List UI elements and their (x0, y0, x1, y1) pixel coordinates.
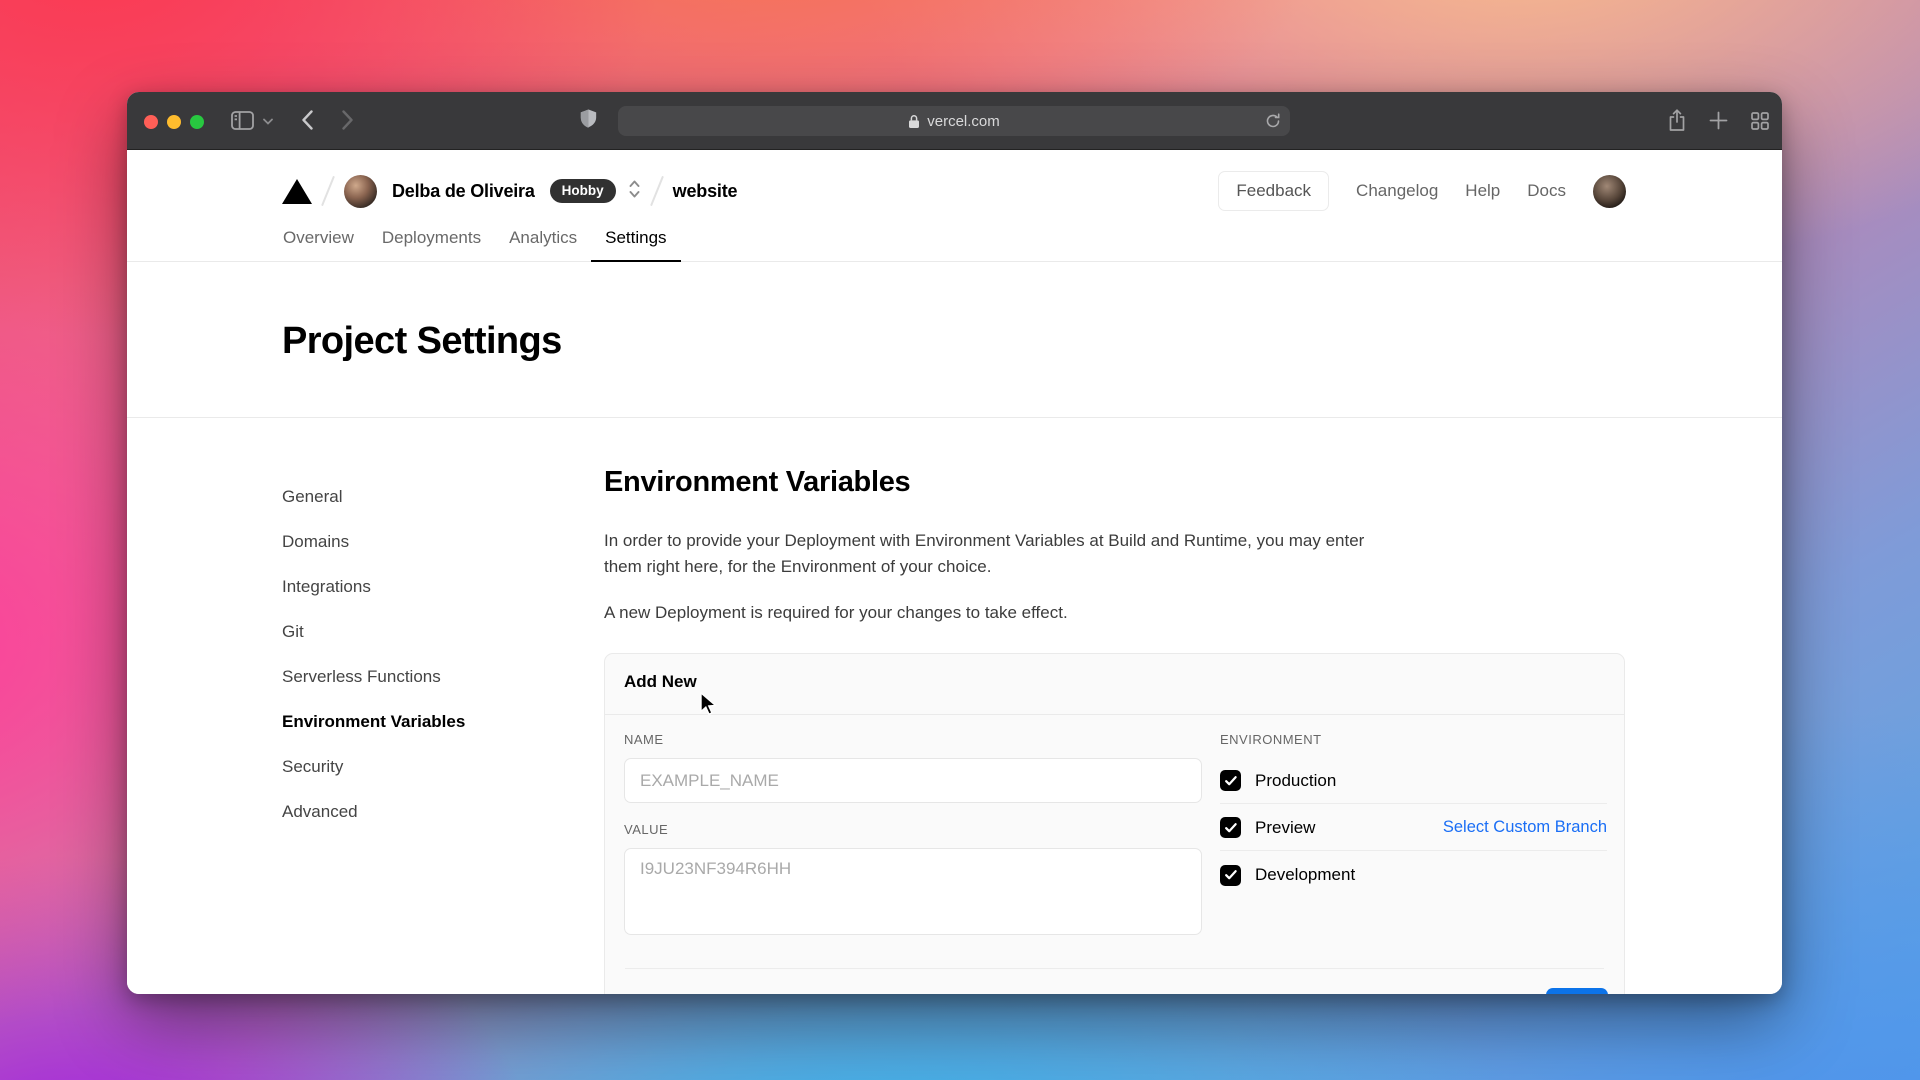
environment-name: Preview (1255, 818, 1315, 838)
breadcrumb-slash (650, 176, 664, 206)
preview-checkbox[interactable] (1220, 817, 1241, 838)
browser-toolbar: vercel.com (127, 92, 1782, 150)
select-custom-branch-link[interactable]: Select Custom Branch (1443, 818, 1607, 837)
vercel-dashboard-page: Delba de Oliveira Hobby website Feedback… (127, 150, 1782, 994)
browser-window: vercel.com (127, 92, 1782, 994)
tab-analytics[interactable]: Analytics (495, 228, 591, 262)
development-checkbox[interactable] (1220, 865, 1241, 886)
environment-row-preview: Preview Select Custom Branch (1220, 805, 1607, 851)
sidebar-item-environment-variables[interactable]: Environment Variables (282, 699, 542, 744)
save-button[interactable] (1546, 988, 1608, 994)
reload-icon[interactable] (1265, 113, 1281, 133)
address-bar[interactable]: vercel.com (618, 106, 1290, 136)
section-note: A new Deployment is required for your ch… (604, 603, 1068, 623)
sidebar-item-integrations[interactable]: Integrations (282, 564, 542, 609)
card-title: Add New (624, 672, 697, 692)
docs-link[interactable]: Docs (1527, 181, 1566, 201)
team-name[interactable]: Delba de Oliveira (392, 181, 535, 202)
traffic-lights (144, 115, 204, 129)
plan-badge: Hobby (550, 179, 616, 203)
project-tabs: Overview Deployments Analytics Settings (269, 228, 681, 261)
environment-row-production: Production (1220, 758, 1607, 804)
team-avatar[interactable] (344, 175, 377, 208)
sidebar-item-git[interactable]: Git (282, 609, 542, 654)
add-new-card: Add New NAME VALUE ENVIRONMENT Productio… (604, 653, 1625, 994)
feedback-button[interactable]: Feedback (1218, 171, 1329, 211)
changelog-link[interactable]: Changelog (1356, 181, 1438, 201)
new-tab-icon[interactable] (1709, 111, 1728, 130)
settings-sidebar: General Domains Integrations Git Serverl… (282, 474, 542, 834)
sidebar-item-security[interactable]: Security (282, 744, 542, 789)
sidebar-item-general[interactable]: General (282, 474, 542, 519)
tab-deployments[interactable]: Deployments (368, 228, 495, 262)
vercel-logo[interactable] (282, 179, 312, 204)
url-text: vercel.com (927, 113, 1000, 130)
section-heading: Environment Variables (604, 466, 910, 499)
card-footer-divider (625, 968, 1604, 969)
tab-overview[interactable]: Overview (269, 228, 368, 262)
user-avatar[interactable] (1593, 175, 1626, 208)
name-input[interactable] (624, 758, 1202, 803)
environment-label: ENVIRONMENT (1220, 732, 1322, 747)
sidebar-item-advanced[interactable]: Advanced (282, 789, 542, 834)
header-actions: Feedback Changelog Help Docs (1218, 162, 1626, 220)
tab-settings[interactable]: Settings (591, 228, 680, 262)
name-label: NAME (624, 732, 664, 747)
sidebar-item-domains[interactable]: Domains (282, 519, 542, 564)
minimize-window-button[interactable] (167, 115, 181, 129)
sidebar-menu-chevron-icon[interactable] (263, 118, 273, 125)
privacy-shield-icon[interactable] (579, 109, 598, 132)
value-label: VALUE (624, 822, 668, 837)
breadcrumb-slash (321, 176, 335, 206)
sidebar-item-serverless-functions[interactable]: Serverless Functions (282, 654, 542, 699)
section-description: In order to provide your Deployment with… (604, 528, 1379, 580)
sidebar-toggle-icon[interactable] (231, 111, 254, 130)
title-section: Project Settings (127, 262, 1782, 418)
dashboard-header: Delba de Oliveira Hobby website Feedback… (127, 150, 1782, 262)
value-input[interactable] (624, 848, 1202, 935)
zoom-window-button[interactable] (190, 115, 204, 129)
forward-button-icon[interactable] (342, 110, 353, 130)
breadcrumb: Delba de Oliveira Hobby website (282, 162, 737, 220)
production-checkbox[interactable] (1220, 770, 1241, 791)
lock-icon (908, 114, 920, 129)
share-icon[interactable] (1668, 109, 1686, 132)
environment-name: Production (1255, 771, 1336, 791)
environment-name: Development (1255, 865, 1355, 885)
help-link[interactable]: Help (1465, 181, 1500, 201)
close-window-button[interactable] (144, 115, 158, 129)
page-title: Project Settings (282, 320, 562, 363)
tab-overview-icon[interactable] (1751, 112, 1769, 130)
project-name[interactable]: website (673, 181, 738, 202)
team-switcher-icon[interactable] (628, 179, 641, 204)
settings-content: General Domains Integrations Git Serverl… (127, 418, 1782, 994)
back-button-icon[interactable] (302, 110, 313, 130)
card-divider (605, 714, 1624, 715)
environment-row-development: Development (1220, 852, 1607, 898)
